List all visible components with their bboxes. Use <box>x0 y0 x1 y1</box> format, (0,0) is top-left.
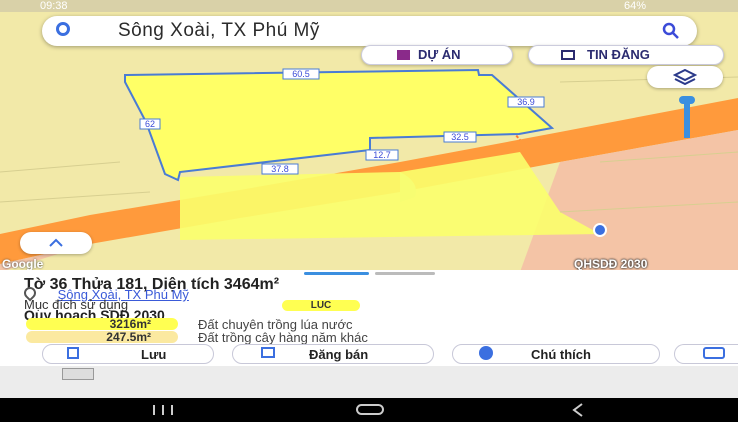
opacity-slider[interactable] <box>679 96 695 140</box>
info-icon <box>479 346 493 360</box>
news-button[interactable]: TIN ĐĂNG <box>528 45 724 65</box>
save-label: Lưu <box>141 347 167 362</box>
camera-button[interactable] <box>674 344 738 364</box>
edge-label-62: 62 <box>145 119 155 129</box>
edge-label-32-5: 32.5 <box>451 132 469 142</box>
save-button[interactable]: Lưu <box>42 344 214 364</box>
post-sale-label: Đăng bán <box>309 347 369 362</box>
image-strip <box>0 366 738 398</box>
status-battery: 64% <box>624 0 647 12</box>
post-sale-button[interactable]: Đăng bán <box>232 344 434 364</box>
location-dot <box>593 223 607 237</box>
news-icon <box>561 50 575 60</box>
action-bar: Lưu Đăng bán Chú thích <box>0 344 738 364</box>
recent-apps-icon[interactable] <box>150 403 176 417</box>
image-placeholder-icon <box>62 368 94 380</box>
status-time: 09:38 <box>40 0 68 12</box>
zone-purpose-2: Đất trồng cây hàng năm khác <box>198 330 368 345</box>
edge-label-60-5: 60.5 <box>292 69 310 79</box>
edge-label-37-8: 37.8 <box>271 164 289 174</box>
home-icon[interactable] <box>356 404 384 415</box>
slider-track <box>684 102 690 138</box>
target-icon[interactable] <box>56 22 70 36</box>
post-icon <box>261 347 275 358</box>
add-bookmark-icon <box>67 347 79 359</box>
usage-code-badge: LUC <box>282 300 360 311</box>
zone-area-2: 247.5m² <box>26 331 178 343</box>
projects-button[interactable]: DỰ ÁN <box>361 45 513 65</box>
projects-label: DỰ ÁN <box>418 47 461 62</box>
zone-area-1: 3216m² <box>26 318 178 330</box>
back-icon[interactable] <box>571 403 585 417</box>
map-view[interactable]: 60.5 36.9 62 32.5 12.7 37.8 Sông Xoài, T… <box>0 12 738 272</box>
edge-label-36-9: 36.9 <box>517 97 535 107</box>
camera-icon <box>703 347 725 359</box>
search-bar[interactable]: Sông Xoài, TX Phú Mỹ <box>42 16 697 46</box>
system-nav-bar <box>0 398 738 422</box>
status-bar: 09:38 64% <box>0 0 738 12</box>
sheet-handle[interactable] <box>375 272 435 275</box>
expand-button[interactable] <box>20 232 92 254</box>
building-icon <box>397 50 410 60</box>
news-label: TIN ĐĂNG <box>587 47 650 62</box>
planning-overlay-label: QHSDĐ 2030 <box>574 257 648 271</box>
legend-button[interactable]: Chú thích <box>452 344 660 364</box>
layers-button[interactable] <box>647 66 723 88</box>
legend-label: Chú thích <box>531 347 591 362</box>
search-input[interactable]: Sông Xoài, TX Phú Mỹ <box>118 20 320 42</box>
search-icon[interactable] <box>662 22 680 40</box>
layers-icon <box>673 69 697 85</box>
sheet-handle-active[interactable] <box>304 272 369 275</box>
edge-label-12-7: 12.7 <box>373 150 391 160</box>
google-logo: Google <box>2 257 44 271</box>
chevron-up-icon <box>49 238 63 247</box>
